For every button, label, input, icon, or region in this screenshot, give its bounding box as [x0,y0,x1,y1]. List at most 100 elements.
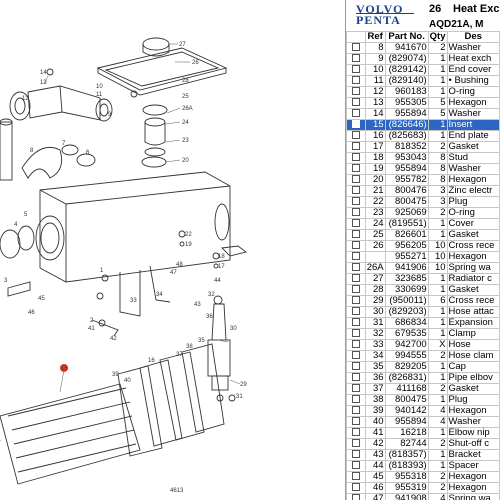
checkbox-icon[interactable] [351,318,360,327]
checkbox-icon[interactable] [351,87,360,96]
row-checkbox[interactable] [346,262,366,274]
row-checkbox[interactable] [346,460,366,472]
checkbox-icon[interactable] [351,406,360,415]
table-row[interactable]: 33 942700 X Hose [346,339,500,351]
table-row[interactable]: 19 955894 8 Washer [346,163,500,175]
table-row[interactable]: 28 330699 1 Gasket [346,284,500,296]
table-row[interactable]: 40 955894 4 Washer [346,416,500,428]
checkbox-icon[interactable] [351,417,360,426]
checkbox-icon[interactable] [351,395,360,404]
row-checkbox[interactable] [346,449,366,461]
table-row[interactable]: 36 (826831) 1 Pipe elbov [346,372,500,384]
row-checkbox[interactable] [346,64,366,76]
right-side-fittings[interactable] [207,245,248,391]
row-checkbox[interactable] [346,97,366,109]
checkbox-icon[interactable] [351,208,360,217]
row-checkbox[interactable] [346,86,366,98]
table-row[interactable]: 30 (829203) 1 Hose attac [346,306,500,318]
checkbox-icon[interactable] [351,340,360,349]
table-row[interactable]: 43 (818357) 1 Bracket [346,449,500,461]
checkbox-icon[interactable] [351,54,360,63]
col-header-desc[interactable]: Des [446,31,500,43]
table-row[interactable]: 38 800475 1 Plug [346,394,500,406]
table-row[interactable]: 31 686834 1 Expansion [346,317,500,329]
table-row[interactable]: 26 956205 10 Cross rece [346,240,500,252]
checkbox-icon[interactable] [351,274,360,283]
table-row[interactable]: 16 (825683) 1 End plate [346,130,500,142]
table-row[interactable]: 22 800475 3 Plug [346,196,500,208]
row-checkbox[interactable] [346,196,366,208]
thermostat-stack[interactable] [141,104,168,168]
checkbox-icon[interactable] [351,98,360,107]
row-checkbox[interactable] [346,471,366,483]
checkbox-icon[interactable] [351,219,360,228]
row-checkbox[interactable] [346,130,366,142]
checkbox-icon[interactable] [351,285,360,294]
table-row[interactable]: 35 829205 1 Cap [346,361,500,373]
checkbox-icon[interactable] [351,241,360,250]
checkbox-icon[interactable] [351,43,360,52]
row-checkbox[interactable] [346,141,366,153]
row-checkbox[interactable] [346,295,366,307]
row-checkbox[interactable] [346,108,366,120]
checkbox-icon[interactable] [351,307,360,316]
table-row[interactable]: 39 940142 4 Hexagon [346,405,500,417]
row-checkbox[interactable] [346,383,366,395]
table-row[interactable]: 18 953043 8 Stud [346,152,500,164]
checkbox-icon[interactable] [351,164,360,173]
row-checkbox[interactable] [346,416,366,428]
table-row[interactable]: 34 994555 2 Hose clam [346,350,500,362]
table-row[interactable]: 42 82744 2 Shut-off c [346,438,500,450]
table-row[interactable]: 17 818352 2 Gasket [346,141,500,153]
row-checkbox[interactable] [346,174,366,186]
row-checkbox[interactable] [346,328,366,340]
row-checkbox[interactable] [346,42,366,54]
row-checkbox[interactable] [346,339,366,351]
table-row[interactable]: 955271 10 Hexagon [346,251,500,263]
row-checkbox[interactable] [346,163,366,175]
checkbox-icon[interactable] [351,428,360,437]
checkbox-icon[interactable] [351,109,360,118]
checkbox-icon[interactable] [351,131,360,140]
checkbox-icon[interactable] [351,65,360,74]
row-checkbox[interactable] [346,251,366,263]
tube-insert[interactable] [0,383,141,485]
table-row[interactable]: 21 800476 3 Zinc electr [346,185,500,197]
table-row[interactable]: 41 16218 1 Elbow nip [346,427,500,439]
checkbox-icon[interactable] [351,494,360,500]
row-checkbox[interactable] [346,394,366,406]
checkbox-icon[interactable] [351,483,360,492]
row-checkbox[interactable] [346,350,366,362]
checkbox-icon[interactable] [351,76,360,85]
table-row[interactable]: 12 960183 1 O-ring [346,86,500,98]
checkbox-icon[interactable] [351,329,360,338]
table-row[interactable]: 20 955782 8 Hexagon [346,174,500,186]
row-checkbox[interactable] [346,427,366,439]
table-row[interactable]: 8 941670 2 Washer [346,42,500,54]
o-rings[interactable] [0,225,35,259]
col-header-qty[interactable]: Qty [427,31,448,43]
callout-15-highlight[interactable]: 15 [60,364,68,372]
row-checkbox[interactable] [346,152,366,164]
checkbox-icon[interactable] [351,120,360,129]
table-row[interactable]: 44 (818393) 1 Spacer [346,460,500,472]
checkbox-icon[interactable] [351,439,360,448]
checkbox-icon[interactable] [351,263,360,272]
row-checkbox[interactable] [346,482,366,494]
table-row[interactable]: 45 955318 2 Hexagon [346,471,500,483]
checkbox-icon[interactable] [351,142,360,151]
zinc-anode[interactable] [7,281,31,297]
checkbox-icon[interactable] [351,373,360,382]
row-checkbox[interactable] [346,284,366,296]
radiator-cap[interactable] [142,37,170,57]
checkbox-icon[interactable] [351,362,360,371]
checkbox-icon[interactable] [351,252,360,261]
row-checkbox[interactable] [346,317,366,329]
checkbox-icon[interactable] [351,384,360,393]
checkbox-icon[interactable] [351,296,360,305]
col-header-ref[interactable]: Ref [364,31,386,43]
expansion-tank-small[interactable] [0,118,13,181]
exploded-diagram[interactable]: 27 26 28 25 26A 24 23 20 22 19 18 17 16 … [0,0,345,500]
table-row[interactable]: 29 (950011) 6 Cross rece [346,295,500,307]
checkbox-icon[interactable] [351,450,360,459]
